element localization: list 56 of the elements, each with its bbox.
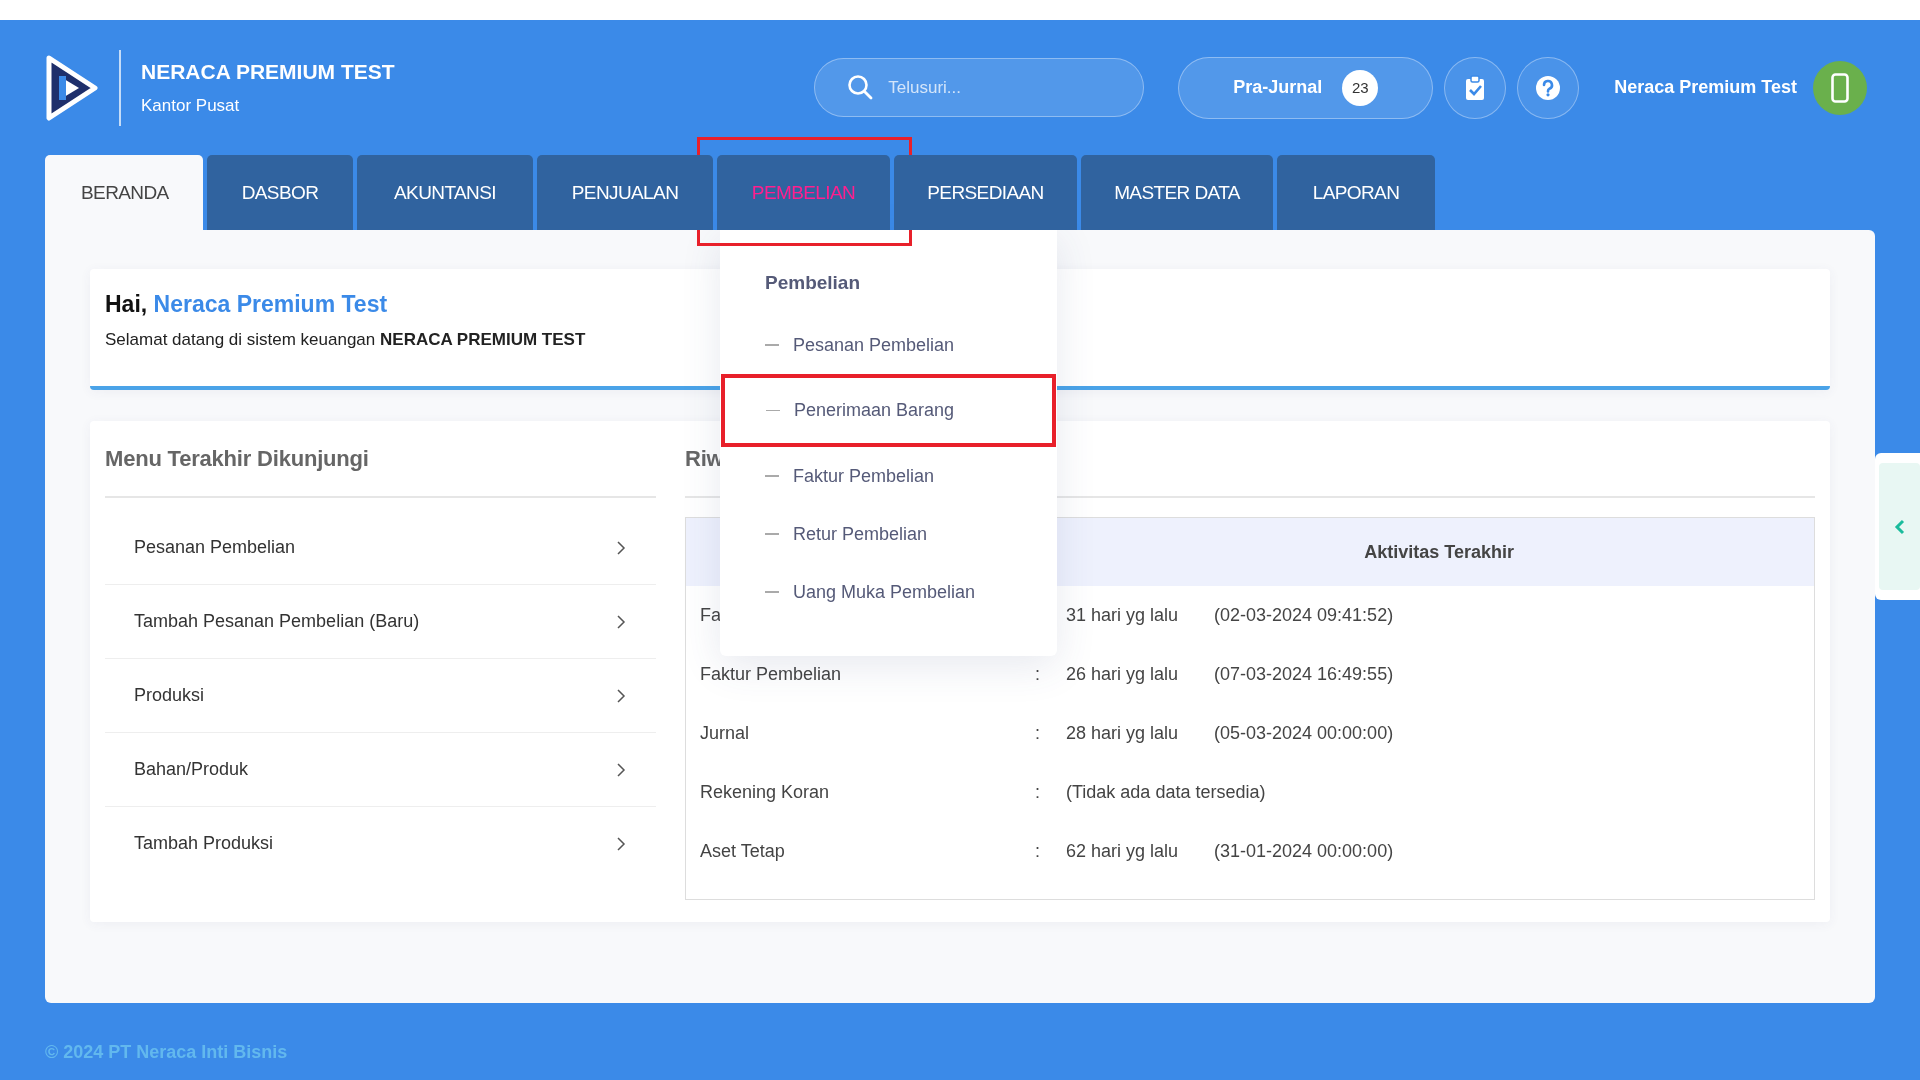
welcome-message: Selamat datang di sistem keuangan NERACA PREMIUM TEST [105, 330, 586, 350]
help-icon [1535, 74, 1562, 101]
row-label: Aset Tetap [700, 841, 785, 862]
chevron-right-icon [616, 539, 626, 556]
dropdown-item[interactable]: Penerimaan Barang [721, 374, 1056, 447]
nav-tab[interactable]: PERSEDIAAN [894, 155, 1077, 230]
recent-menu-item[interactable]: Pesanan Pembelian [105, 511, 656, 585]
row-label: Fa [700, 605, 721, 626]
relative-time: 62 hari yg lalu [1066, 841, 1179, 862]
chevron-right-icon [616, 761, 626, 778]
recent-menu-item[interactable]: Tambah Produksi [105, 807, 656, 880]
dropdown-item[interactable]: Pesanan Pembelian [720, 316, 1057, 374]
timestamp: (07-03-2024 16:49:55) [1214, 664, 1394, 685]
menu-heading: Pembelian [764, 272, 862, 295]
company-name: NERACA PREMIUM TEST [141, 59, 395, 84]
column-header: Aktivitas Terakhir [1364, 541, 1514, 563]
dropdown-item[interactable]: Uang Muka Pembelian [720, 563, 1057, 621]
nav-tab[interactable]: BERANDA [45, 155, 203, 230]
logo-icon [45, 53, 99, 122]
separator-text: : [1035, 664, 1040, 685]
pre-journal-button[interactable]: Pra-Jurnal 23 [1178, 56, 1434, 119]
recent-menu-item[interactable]: Bahan/Produk [105, 733, 656, 807]
relative-time: 26 hari yg lalu [1066, 664, 1179, 685]
dropdown-item[interactable]: Retur Pembelian [720, 505, 1057, 563]
recent-menu-item[interactable]: Tambah Pesanan Pembelian (Baru) [105, 585, 656, 659]
recent-menu-item[interactable]: Produksi [105, 659, 656, 733]
count-badge: 23 [1342, 69, 1379, 106]
relative-time: 28 hari yg lalu [1066, 723, 1179, 744]
nav-tab[interactable]: MASTER DATA [1081, 155, 1273, 230]
chevron-right-icon [616, 687, 626, 704]
row-label: Faktur Pembelian [700, 664, 842, 685]
separator-text: : [1035, 723, 1040, 744]
nav-tab[interactable]: LAPORAN [1277, 155, 1435, 230]
user-name: Neraca Premium Test [1614, 77, 1797, 98]
relative-time: 31 hari yg lalu [1066, 605, 1179, 626]
chevron-left-icon [1893, 518, 1906, 535]
relative-time: (Tidak ada data tersedia) [1066, 782, 1266, 803]
side-panel-toggle[interactable] [1875, 453, 1920, 600]
row-label: Jurnal [700, 723, 750, 744]
timestamp: (02-03-2024 09:41:52) [1214, 605, 1394, 626]
row-label: Rekening Koran [700, 782, 830, 803]
greeting: Hai, Neraca Premium Test [105, 291, 388, 318]
chevron-right-icon [616, 835, 626, 852]
timestamp: (05-03-2024 00:00:00) [1214, 723, 1394, 744]
section-title: Menu Terakhir Dikunjungi [105, 422, 656, 498]
timestamp: (31-01-2024 00:00:00) [1214, 841, 1394, 862]
chevron-right-icon [616, 613, 626, 630]
nav-tab[interactable]: AKUNTANSI [357, 155, 533, 230]
separator-text: : [1035, 782, 1040, 803]
nav-tab[interactable]: PENJUALAN [537, 155, 713, 230]
clipboard-check-icon [1465, 74, 1486, 101]
separator-text: : [1035, 841, 1040, 862]
nav-tab[interactable]: DASBOR [207, 155, 353, 230]
branch-name: Kantor Pusat [141, 95, 241, 116]
search-icon [847, 74, 874, 100]
user-avatar[interactable] [1813, 60, 1867, 115]
